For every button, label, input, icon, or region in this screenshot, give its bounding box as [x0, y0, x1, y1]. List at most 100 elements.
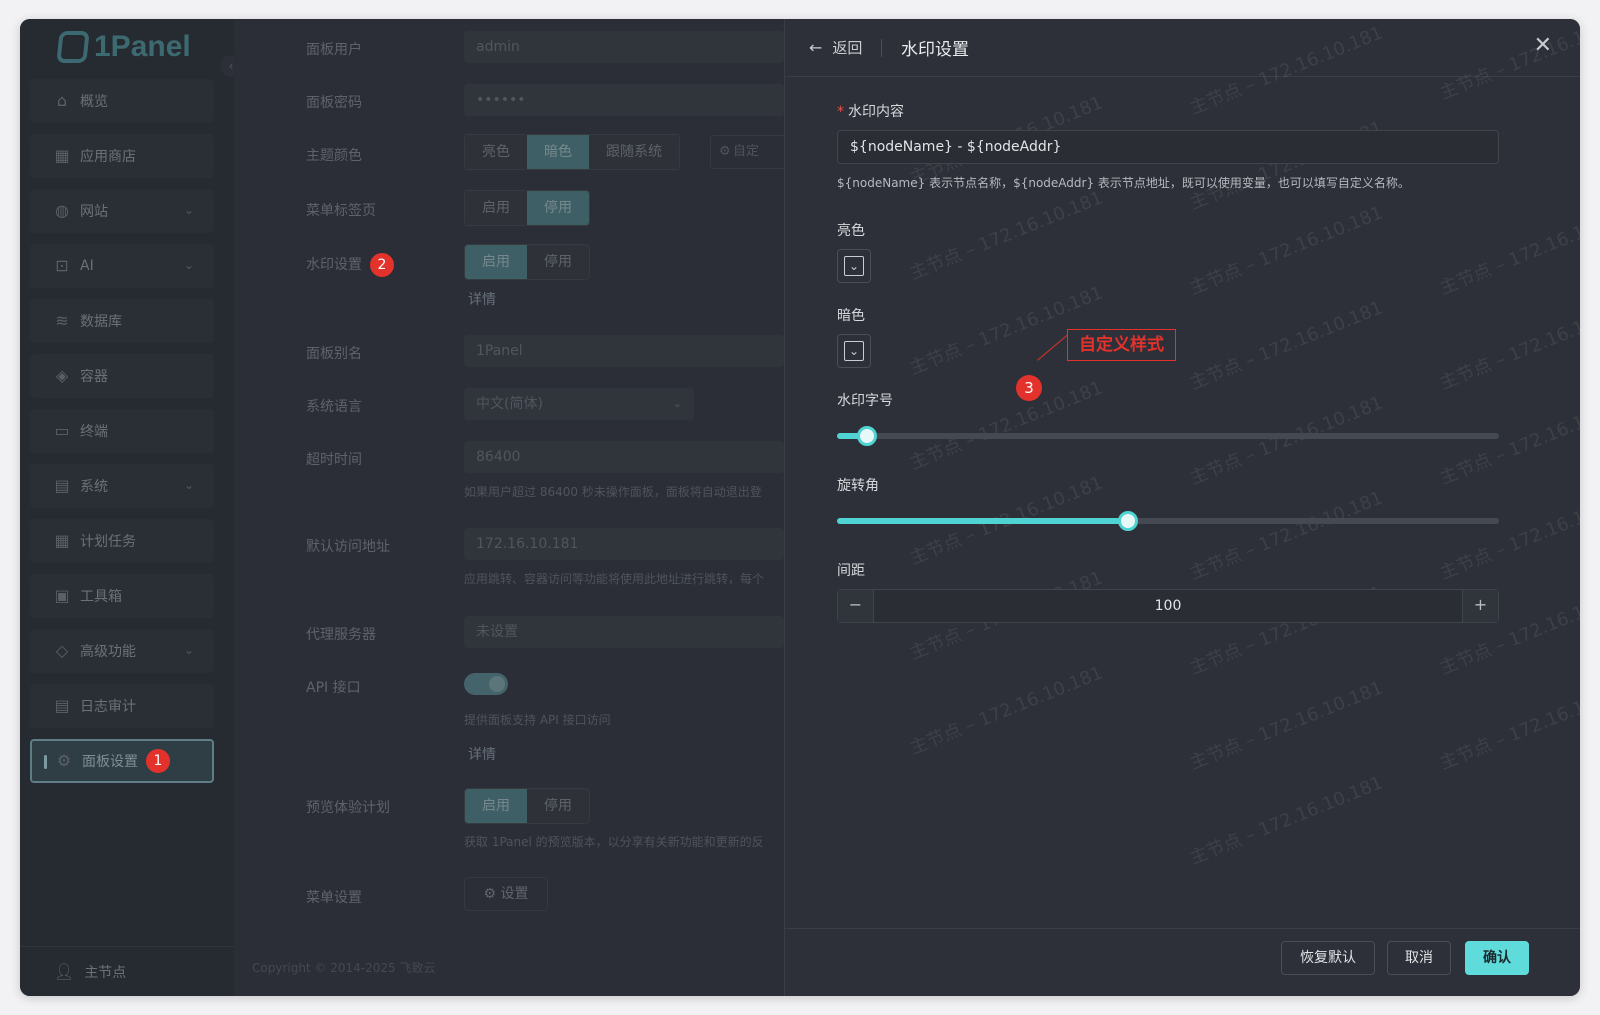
- slider-handle[interactable]: [856, 426, 877, 446]
- chevron-down-icon: ⌄: [183, 203, 194, 217]
- watermark-text: 主节点 – 172.16.10.181: [1186, 677, 1386, 775]
- reset-default-button[interactable]: 恢复默认: [1281, 941, 1375, 975]
- terminal-icon: ▭: [54, 421, 70, 440]
- annotation-label: 自定义样式: [1067, 329, 1176, 361]
- sidebar-item-label: 概览: [80, 94, 108, 110]
- setting-label: 超时时间: [306, 452, 362, 468]
- chevron-down-icon: ⌄: [183, 643, 194, 657]
- dark-color-picker[interactable]: ⌄: [837, 334, 871, 368]
- watermark-text: 主节点 – 172.16.10.181: [1436, 297, 1580, 395]
- slider-handle[interactable]: [1118, 511, 1139, 531]
- watermark-text: 主节点 – 172.16.10.181: [1436, 677, 1580, 775]
- setting-label: 菜单标签页: [306, 203, 376, 219]
- theme-option-system[interactable]: 跟随系统: [589, 135, 679, 169]
- setting-label: 主题颜色: [306, 148, 362, 164]
- sidebar-item-12[interactable]: ⚙ 面板设置 1: [30, 739, 214, 783]
- header-divider: [881, 39, 882, 57]
- content-label: * 水印内容: [837, 101, 904, 121]
- toolbox-icon: ▣: [54, 586, 70, 605]
- current-node[interactable]: 👤︎ 主节点: [20, 946, 234, 996]
- rotate-slider[interactable]: [837, 511, 1499, 531]
- watermark-disable[interactable]: 停用: [527, 245, 589, 279]
- proxy-field[interactable]: 未设置: [464, 616, 784, 648]
- menu-settings-button[interactable]: ⚙ 设置: [464, 877, 548, 911]
- sidebar-item-label: 高级功能: [80, 644, 136, 660]
- system-icon: ▤: [54, 476, 70, 495]
- diamond-icon: ◇: [55, 641, 69, 660]
- light-color-label: 亮色: [837, 223, 865, 239]
- sidebar-item-8[interactable]: ▦ 计划任务: [30, 519, 214, 563]
- logo-icon: [56, 31, 90, 63]
- language-select[interactable]: 中文(简体) ⌄: [464, 388, 694, 420]
- sidebar-item-10[interactable]: ◇ 高级功能 ⌄: [30, 629, 214, 673]
- preview-hint: 获取 1Panel 的预览版本，以分享有关新功能和更新的反: [464, 835, 764, 849]
- gear-icon: ⚙: [483, 886, 501, 902]
- cancel-button[interactable]: 取消: [1387, 941, 1451, 975]
- sidebar-item-label: 工具箱: [80, 589, 122, 605]
- log-icon: ▤: [54, 696, 70, 715]
- annotation-badge-1: 1: [146, 749, 170, 773]
- chevron-down-icon: ⌄: [183, 258, 194, 272]
- sidebar-item-7[interactable]: ▤ 系统 ⌄: [30, 464, 214, 508]
- sidebar-item-6[interactable]: ▭ 终端: [30, 409, 214, 453]
- back-button[interactable]: ← 返回: [809, 37, 862, 58]
- setting-label: 面板用户: [306, 42, 362, 58]
- sidebar-item-0[interactable]: ⌂ 概览: [30, 79, 214, 123]
- timeout-field[interactable]: 86400: [464, 441, 784, 473]
- required-mark: *: [837, 104, 844, 120]
- menu-tabs-segmented: 启用 停用: [464, 190, 590, 226]
- preview-enable[interactable]: 启用: [465, 789, 527, 823]
- increase-button[interactable]: +: [1462, 590, 1498, 622]
- theme-option-light[interactable]: 亮色: [465, 135, 527, 169]
- theme-custom-button[interactable]: ⚙ 自定: [710, 135, 790, 169]
- setting-label: 水印设置 2: [306, 253, 394, 277]
- api-detail-link[interactable]: 详情: [468, 744, 496, 764]
- setting-label: API 接口: [306, 680, 361, 696]
- setting-label: 面板密码: [306, 95, 362, 111]
- panel-password-field[interactable]: ••••••: [464, 84, 784, 116]
- watermark-text: 主节点 – 172.16.10.181: [1436, 392, 1580, 490]
- watermark-detail-link[interactable]: 详情: [468, 289, 496, 309]
- menu-settings-button-label: 设置: [500, 886, 529, 902]
- menu-tabs-disable[interactable]: 停用: [527, 191, 589, 225]
- sidebar-item-5[interactable]: ◈ 容器: [30, 354, 214, 398]
- sidebar-item-label: 网站: [80, 204, 108, 220]
- watermark-text: 主节点 – 172.16.10.181: [906, 377, 1106, 475]
- preview-disable[interactable]: 停用: [527, 789, 589, 823]
- chevron-down-icon: ⌄: [844, 341, 864, 361]
- watermark-enable[interactable]: 启用: [465, 245, 527, 279]
- theme-option-dark[interactable]: 暗色: [527, 135, 589, 169]
- font-size-label: 水印字号: [837, 393, 893, 409]
- decrease-button[interactable]: −: [838, 590, 874, 622]
- default-address-field[interactable]: 172.16.10.181: [464, 528, 784, 560]
- menu-tabs-enable[interactable]: 启用: [465, 191, 527, 225]
- panel-user-field[interactable]: admin: [464, 31, 784, 63]
- gap-value-input[interactable]: 100: [874, 590, 1462, 622]
- setting-label: 默认访问地址: [306, 539, 390, 555]
- watermark-content-input[interactable]: ${nodeName} - ${nodeAddr}: [837, 130, 1499, 164]
- sidebar-item-2[interactable]: ◍ 网站 ⌄: [30, 189, 214, 233]
- light-color-picker[interactable]: ⌄: [837, 249, 871, 283]
- annotation-badge-3: 3: [1016, 375, 1042, 401]
- sidebar-item-label: 面板设置: [82, 754, 138, 770]
- sidebar-item-4[interactable]: ≋ 数据库: [30, 299, 214, 343]
- sidebar-item-3[interactable]: ⊡ AI ⌄: [30, 244, 214, 288]
- sidebar-item-label: 容器: [80, 369, 108, 385]
- setting-label: 系统语言: [306, 399, 362, 415]
- sidebar-item-label: 终端: [80, 424, 108, 440]
- sidebar-item-11[interactable]: ▤ 日志审计: [30, 684, 214, 728]
- setting-label: 菜单设置: [306, 890, 362, 906]
- logo-text: 1Panel: [94, 30, 191, 63]
- api-toggle[interactable]: [464, 673, 508, 695]
- close-icon[interactable]: ✕: [1534, 33, 1552, 58]
- font-size-slider[interactable]: [837, 426, 1499, 446]
- watermark-setting-label: 水印设置: [306, 257, 362, 273]
- sidebar-item-9[interactable]: ▣ 工具箱: [30, 574, 214, 618]
- slider-fill: [837, 518, 1129, 524]
- panel-alias-field[interactable]: 1Panel: [464, 335, 784, 367]
- sidebar-item-1[interactable]: ▦ 应用商店: [30, 134, 214, 178]
- confirm-button[interactable]: 确认: [1465, 941, 1529, 975]
- dark-color-label: 暗色: [837, 308, 865, 324]
- drawer-footer: 恢复默认 取消 确认: [785, 928, 1580, 996]
- sidebar-item-label: 应用商店: [80, 149, 136, 165]
